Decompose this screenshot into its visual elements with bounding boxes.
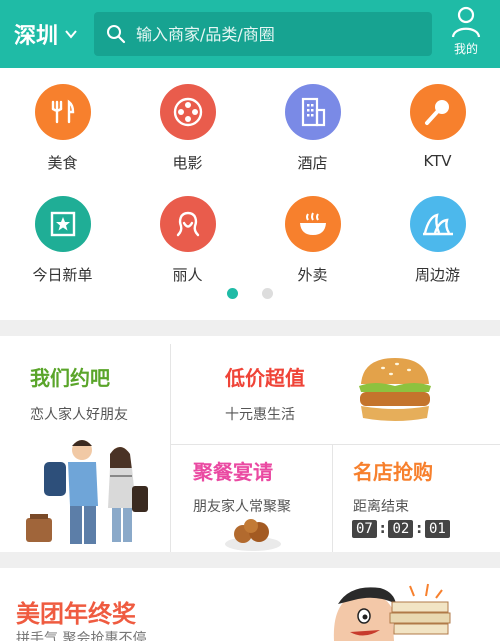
category-food[interactable]: 美食: [0, 84, 125, 173]
category-label: 酒店: [297, 154, 328, 172]
timer-seconds: 01: [424, 520, 450, 538]
category-label: 电影: [172, 154, 203, 172]
category-label: 周边游: [414, 266, 460, 284]
bowl-icon: [284, 196, 341, 252]
top-bar: 深圳 我的: [0, 0, 500, 68]
page-dot-active[interactable]: [227, 288, 238, 299]
my-account-button[interactable]: 我的: [444, 6, 488, 62]
mascot-illustration: [333, 583, 451, 641]
countdown-timer: 07 : 02 : 01: [352, 520, 450, 538]
category-label: 今日新单: [32, 266, 93, 284]
film-reel-icon: [159, 84, 216, 140]
timer-minutes: 02: [388, 520, 414, 538]
category-hotel[interactable]: 酒店: [250, 84, 375, 173]
year-end-banner[interactable]: 美团年终奖 拼手气 聚会抢惠不停: [0, 568, 500, 641]
city-name: 深圳: [14, 24, 59, 49]
category-movie[interactable]: 电影: [125, 84, 250, 173]
dish-illustration: [225, 519, 281, 551]
page-dot[interactable]: [262, 288, 273, 299]
timer-hours: 07: [352, 520, 377, 538]
search-bar[interactable]: [94, 12, 432, 56]
search-input[interactable]: [136, 24, 416, 44]
promo-party-subtitle: 朋友家人常聚聚: [193, 499, 291, 515]
search-icon: [107, 25, 126, 44]
couple-illustration: [26, 440, 148, 544]
woman-profile-icon: [159, 196, 216, 252]
my-account-label: 我的: [453, 42, 478, 56]
building-icon: [284, 84, 341, 140]
promo-cheap-title: 低价超值: [225, 366, 305, 390]
user-icon: [451, 6, 481, 38]
microphone-icon: [409, 84, 466, 140]
promo-date-title: 我们约吧: [30, 366, 110, 390]
category-beauty[interactable]: 丽人: [125, 196, 250, 285]
category-grid: 美食 电影 酒店 KTV 今日新单 丽人 外卖 周边游: [0, 68, 500, 320]
promo-cheap-subtitle: 十元惠生活: [225, 407, 295, 423]
city-selector[interactable]: 深圳: [14, 18, 78, 50]
opera-house-icon: [409, 196, 466, 252]
category-label: 外卖: [297, 266, 328, 284]
category-new-today[interactable]: 今日新单: [0, 196, 125, 285]
promo-flash-subtitle: 距离结束: [353, 499, 409, 515]
category-ktv[interactable]: KTV: [375, 84, 500, 170]
star-square-icon: [34, 196, 91, 252]
category-label: 美食: [47, 154, 78, 172]
page-indicator: [0, 288, 500, 299]
banner-subtitle: 拼手气 聚会抢惠不停: [16, 631, 147, 641]
promo-section: 我们约吧 恋人家人好朋友 低价超值 十元惠生活 聚餐宴请 朋友家人常聚聚 名店抢…: [0, 336, 500, 552]
category-takeout[interactable]: 外卖: [250, 196, 375, 285]
category-label: 丽人: [172, 266, 203, 284]
category-nearby-travel[interactable]: 周边游: [375, 196, 500, 285]
promo-cheap-card[interactable]: 低价超值 十元惠生活: [171, 336, 500, 444]
promo-date-subtitle: 恋人家人好朋友: [30, 407, 128, 423]
burger-illustration: [359, 358, 431, 421]
chevron-down-icon: [65, 30, 77, 39]
promo-date-card[interactable]: 我们约吧 恋人家人好朋友: [0, 336, 170, 552]
promo-flash-title: 名店抢购: [353, 460, 433, 484]
fork-knife-icon: [34, 84, 91, 140]
promo-party-title: 聚餐宴请: [193, 460, 273, 484]
banner-title: 美团年终奖: [16, 600, 136, 628]
promo-party-card[interactable]: 聚餐宴请 朋友家人常聚聚: [171, 444, 332, 552]
category-label: KTV: [423, 152, 452, 170]
